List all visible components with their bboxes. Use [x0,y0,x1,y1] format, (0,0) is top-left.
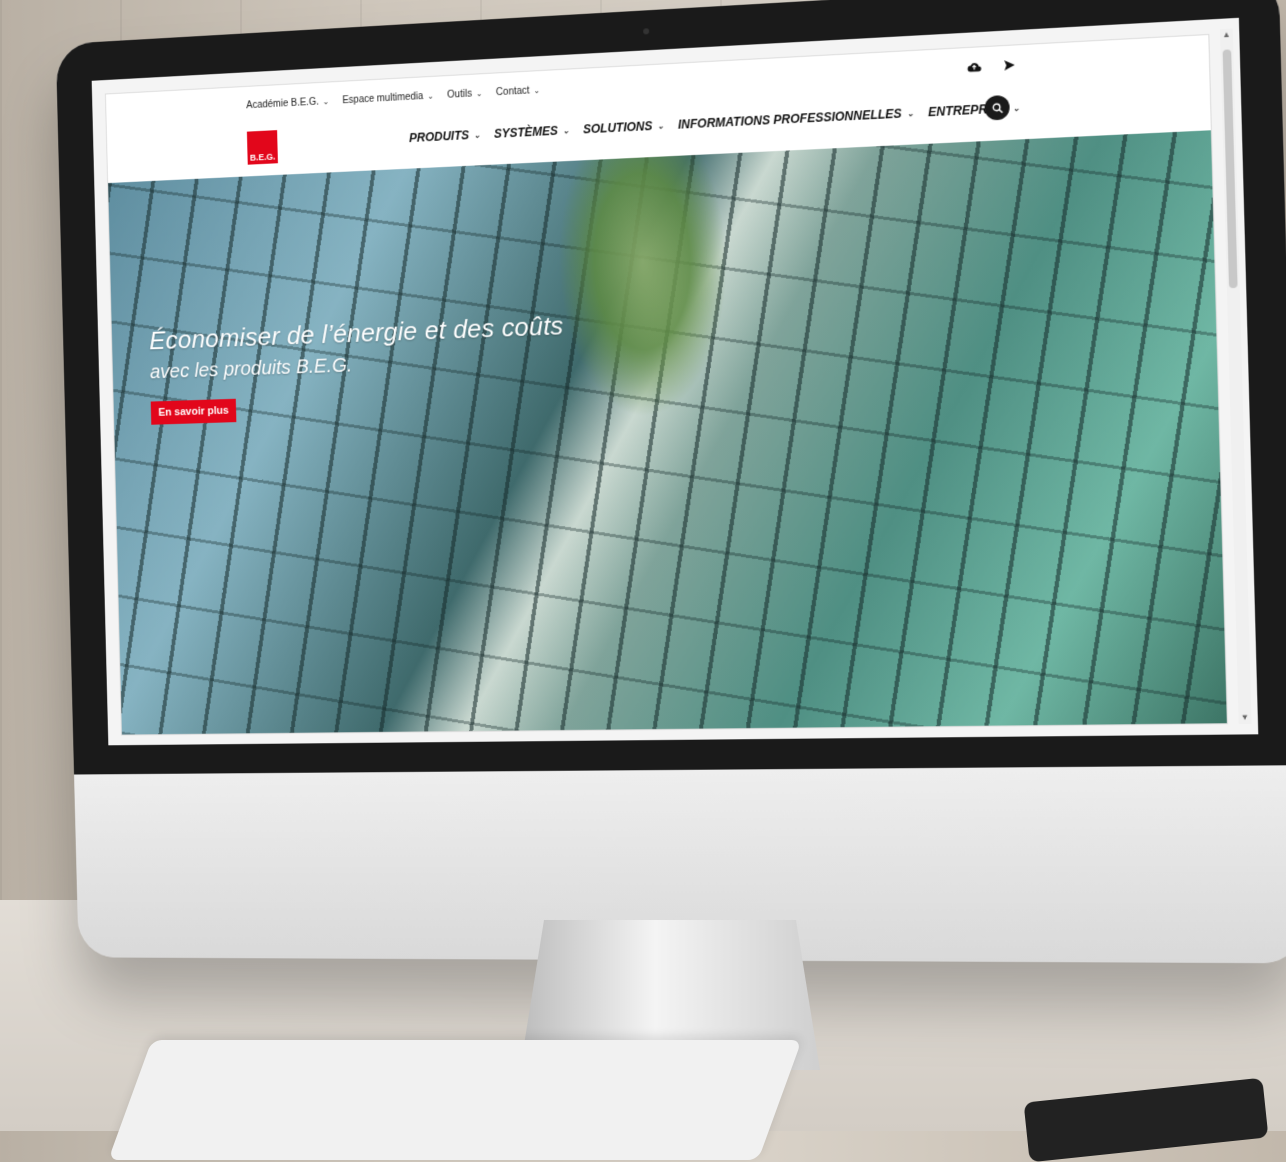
main-nav-label: SOLUTIONS [582,119,653,137]
main-nav-solutions[interactable]: SOLUTIONS ⌄ [583,118,664,136]
hero-text: Économiser de l’énergie et des coûts ave… [149,310,566,425]
utility-nav-label: Académie B.E.G. [246,96,319,112]
utility-nav-espace-multimedia[interactable]: Espace multimedia ⌄ [342,91,434,107]
chevron-down-icon: ⌄ [427,91,434,101]
utility-icons [965,55,1020,76]
utility-nav: Académie B.E.G. ⌄ Espace multimedia ⌄ Ou… [246,85,541,112]
main-nav-informations-professionnelles[interactable]: INFORMATIONS PROFESSIONNELLES ⌄ [677,106,914,132]
chevron-down-icon: ⌄ [322,97,330,107]
main-nav-label: INFORMATIONS PROFESSIONNELLES [677,106,902,132]
chevron-down-icon: ⌄ [1012,103,1020,113]
scroll-up-icon[interactable]: ▲ [1220,29,1233,42]
search-button[interactable] [984,94,1010,121]
main-nav-label: PRODUITS [408,128,470,146]
chevron-down-icon: ⌄ [562,125,570,135]
main-nav-label: SYSTÈMES [493,123,559,141]
hero-banner: Économiser de l’énergie et des coûts ave… [108,130,1227,735]
chevron-down-icon: ⌄ [473,130,481,140]
tree-foliage-image [555,153,732,420]
utility-nav-label: Contact [495,85,530,99]
chevron-down-icon: ⌄ [657,120,665,131]
main-nav-produits[interactable]: PRODUITS ⌄ [409,128,481,145]
cloud-upload-icon[interactable] [965,57,984,76]
utility-nav-outils[interactable]: Outils ⌄ [447,88,482,101]
main-nav-systemes[interactable]: SYSTÈMES ⌄ [494,123,570,141]
chevron-down-icon: ⌄ [906,108,914,118]
scrollbar-thumb[interactable] [1222,49,1238,289]
monitor: Académie B.E.G. ⌄ Espace multimedia ⌄ Ou… [55,0,1286,964]
camera-icon [643,28,650,35]
utility-nav-academie[interactable]: Académie B.E.G. ⌄ [246,96,330,112]
monitor-bezel: Académie B.E.G. ⌄ Espace multimedia ⌄ Ou… [55,0,1286,775]
screen: Académie B.E.G. ⌄ Espace multimedia ⌄ Ou… [91,17,1259,746]
browser-viewport: Académie B.E.G. ⌄ Espace multimedia ⌄ Ou… [104,33,1228,736]
beg-logo[interactable]: B.E.G. [246,130,278,165]
chevron-down-icon: ⌄ [533,85,541,96]
search-icon [991,102,1003,114]
chevron-down-icon: ⌄ [475,89,483,99]
keyboard [108,1040,802,1160]
send-icon[interactable] [1000,55,1019,74]
utility-nav-label: Espace multimedia [342,91,424,107]
utility-nav-label: Outils [447,88,473,101]
utility-nav-contact[interactable]: Contact ⌄ [495,85,541,99]
scroll-down-icon[interactable]: ▼ [1238,712,1251,725]
learn-more-button[interactable]: En savoir plus [150,398,237,425]
